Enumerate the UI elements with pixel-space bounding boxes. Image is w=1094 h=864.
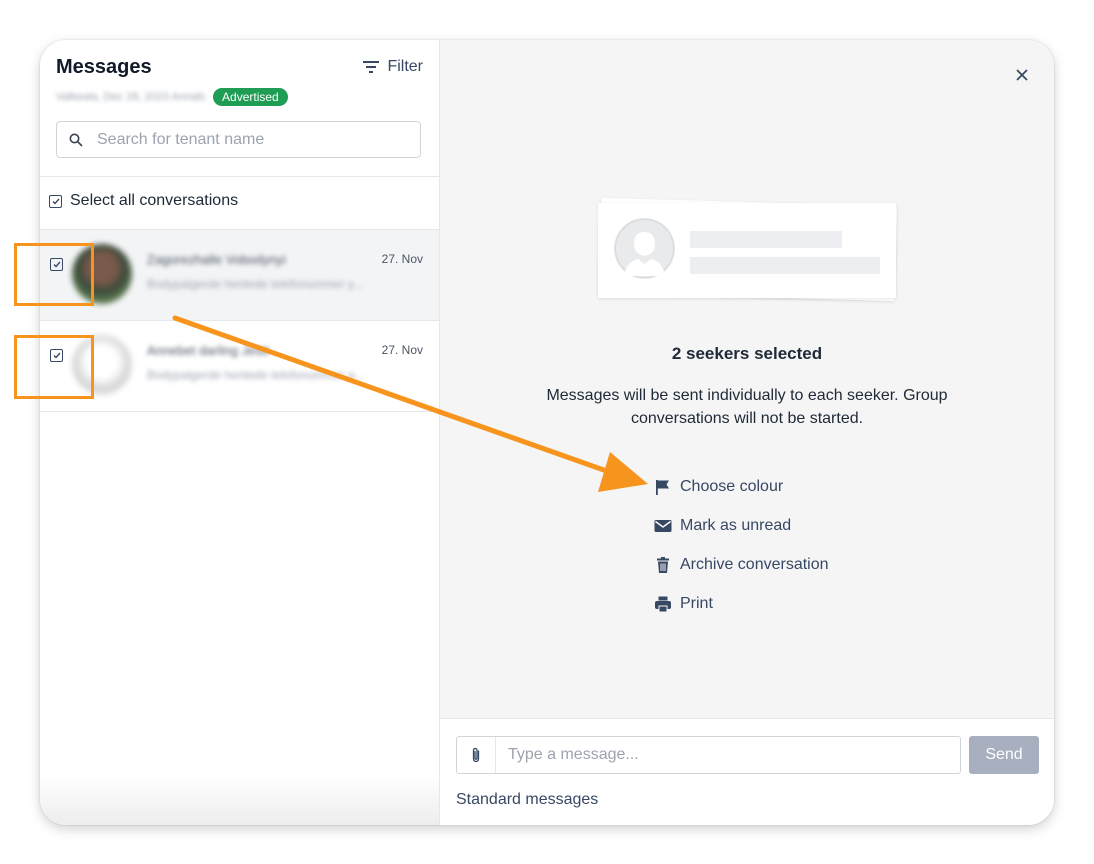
checkbox-checked[interactable] <box>49 194 62 208</box>
filter-label: Filter <box>387 58 423 75</box>
mark-unread-action[interactable]: Mark as unread <box>654 516 829 536</box>
close-icon <box>1016 69 1028 81</box>
illustration-card <box>598 203 896 298</box>
messages-window: Messages Filter Valkeala, Dec 28, 2023 A… <box>40 40 1054 825</box>
placeholder-line <box>690 231 842 248</box>
divider <box>40 176 439 177</box>
message-input[interactable] <box>496 745 960 765</box>
conversation-list-panel: Messages Filter Valkeala, Dec 28, 2023 A… <box>40 40 440 825</box>
highlight-box <box>14 335 94 399</box>
archive-conversation-action[interactable]: Archive conversation <box>654 555 829 575</box>
placeholder-line <box>690 257 880 274</box>
flag-icon <box>656 480 669 495</box>
attach-button[interactable] <box>457 737 496 773</box>
listing-info: Valkeala, Dec 28, 2023 Annals <box>56 91 206 103</box>
choose-colour-action[interactable]: Choose colour <box>654 477 829 497</box>
trash-icon <box>657 557 669 573</box>
search-field[interactable] <box>56 121 421 158</box>
print-action[interactable]: Print <box>654 594 829 614</box>
paperclip-icon <box>472 747 480 763</box>
select-all-label: Select all conversations <box>70 192 239 209</box>
search-input[interactable] <box>95 129 399 150</box>
select-all-checkbox[interactable]: Select all conversations <box>49 192 238 210</box>
filter-icon <box>363 61 380 73</box>
message-composer: Send Standard messages <box>440 718 1054 825</box>
check-icon <box>52 198 60 205</box>
conversation-row[interactable]: Annebet darling Jestt Bodypalgerde hente… <box>40 321 439 412</box>
highlight-box <box>14 243 94 306</box>
bottom-fade <box>40 775 439 825</box>
close-button[interactable] <box>1016 64 1028 87</box>
conversation-preview: Bodypalgerde hentede telefonummer y... <box>147 277 363 291</box>
printer-icon <box>655 596 671 613</box>
conversation-date: 27. Nov <box>381 252 423 266</box>
bulk-action-panel: 2 seekers selected Messages will be sent… <box>440 40 1054 718</box>
action-label: Archive conversation <box>680 556 829 573</box>
conversation-row[interactable]: Zagorezhalle Vobodynyi Bodypalgerde hent… <box>40 230 439 321</box>
selection-description: Messages will be sent individually to ea… <box>546 387 948 427</box>
action-label: Choose colour <box>680 478 784 495</box>
conversation-name: Annebet darling Jestt <box>147 343 270 358</box>
send-button[interactable]: Send <box>969 736 1039 774</box>
panel-title: Messages <box>56 56 152 78</box>
message-field[interactable] <box>456 736 961 774</box>
envelope-icon <box>654 520 672 532</box>
conversation-preview: Bodypalgerde hentede telefonummer a... <box>147 368 365 382</box>
action-label: Mark as unread <box>680 517 792 534</box>
filter-button[interactable]: Filter <box>363 58 423 76</box>
conversation-date: 27. Nov <box>381 343 423 357</box>
status-badge: Advertised <box>213 88 288 106</box>
bulk-actions: Choose colour Mark as unread Archive con… <box>654 477 829 633</box>
search-icon <box>69 133 83 146</box>
standard-messages-link[interactable]: Standard messages <box>456 791 598 809</box>
action-label: Print <box>680 595 713 612</box>
listing-subline: Valkeala, Dec 28, 2023 Annals Advertised <box>56 88 288 106</box>
selection-heading: 2 seekers selected <box>671 344 823 363</box>
user-placeholder-icon <box>614 218 675 279</box>
conversation-name: Zagorezhalle Vobodynyi <box>147 252 286 267</box>
